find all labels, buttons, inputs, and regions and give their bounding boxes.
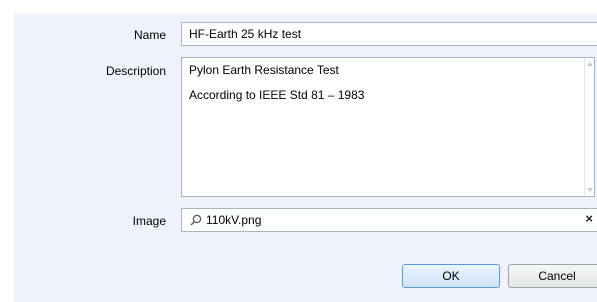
ok-button[interactable]: OK (402, 264, 500, 288)
name-field[interactable]: HF-Earth 25 kHz test (181, 22, 597, 46)
edit-test-dialog: Name HF-Earth 25 kHz test Description Py… (0, 0, 597, 302)
scroll-up-icon[interactable] (587, 62, 593, 66)
clear-icon[interactable]: × (585, 212, 593, 226)
name-field-value: HF-Earth 25 kHz test (189, 27, 302, 41)
description-line-1: Pylon Earth Resistance Test (189, 63, 339, 77)
cancel-button[interactable]: Cancel (508, 264, 597, 288)
description-blank-line (189, 77, 587, 88)
description-field[interactable]: Pylon Earth Resistance Test According to… (181, 57, 595, 197)
image-label: Image (132, 214, 166, 228)
search-icon[interactable] (190, 214, 202, 226)
description-label: Description (105, 64, 166, 78)
image-field-value: 110kV.png (206, 213, 262, 227)
description-scrollbar[interactable] (584, 58, 594, 196)
name-label: Name (133, 28, 166, 42)
scroll-down-icon[interactable] (587, 188, 593, 192)
description-line-2: According to IEEE Std 81 – 1983 (189, 88, 365, 102)
image-field[interactable]: 110kV.png × (181, 208, 597, 232)
